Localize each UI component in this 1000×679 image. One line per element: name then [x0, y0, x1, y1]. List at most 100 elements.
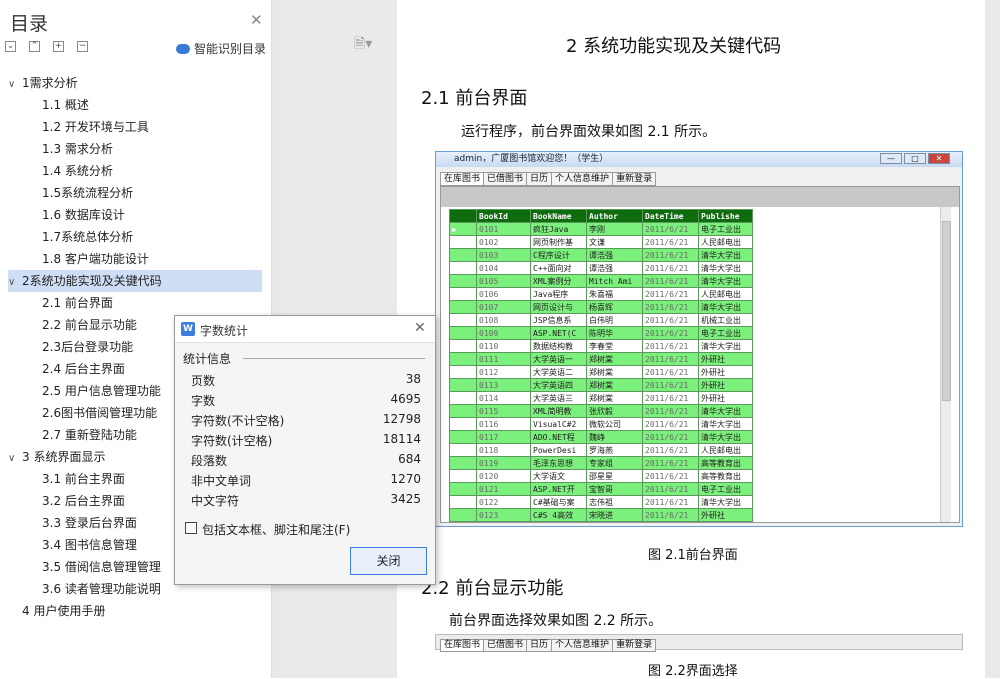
chevron-down-icon[interactable]: ∨ [8, 272, 22, 294]
table-cell: 外研社 [698, 352, 753, 366]
table-cell: 2011/6/21 [642, 300, 699, 314]
remove-icon[interactable]: − [77, 41, 88, 52]
table-cell: 0123 [476, 508, 531, 522]
toc-item[interactable]: 4 用户使用手册 [8, 600, 262, 622]
toc-item[interactable]: 2.4 后台主界面 [42, 358, 133, 380]
toc-item[interactable]: 1.4 系统分析 [42, 160, 121, 182]
grid-column-header: BookId [476, 209, 531, 223]
stat-row: 字数 4695 [191, 392, 421, 409]
collapse-all-icon[interactable]: ⌄ [5, 41, 16, 52]
table-row: 0123 C#S 4高效 宋晓进 2011/6/21 外研社 [449, 508, 753, 522]
table-cell: 魏峥 [586, 430, 643, 444]
toc-item[interactable]: 2.6图书借阅管理功能 [42, 402, 165, 424]
table-row: 0110 数据结构教 李春堂 2011/6/21 清华大学出 [449, 339, 753, 353]
toc-item[interactable]: 1.1 概述 [42, 94, 97, 116]
table-cell: 清华大学出 [698, 404, 753, 418]
table-cell: 2011/6/21 [642, 222, 699, 236]
chevron-down-icon[interactable]: ∨ [8, 74, 22, 96]
table-cell: 0105 [476, 274, 531, 288]
table-cell: Java程序 [530, 287, 587, 301]
toc-item[interactable]: 1.3 需求分析 [42, 138, 121, 160]
table-cell: 2011/6/21 [642, 352, 699, 366]
close-button[interactable]: 关闭 [350, 547, 427, 575]
toc-item[interactable]: 3.3 登录后台界面 [42, 512, 145, 534]
app-screenshot: admin，广厦图书馆欢迎您！（学生） — □ ✕ 在库图书 已借图书 日历 个人信息… [435, 151, 963, 527]
table-cell: 陈明华 [586, 326, 643, 340]
stat-value: 38 [405, 372, 421, 386]
toc-item[interactable]: 3.5 借阅信息管理管理 [42, 556, 169, 578]
paragraph-2: 前台界面选择效果如图 2.2 所示。 [449, 613, 663, 629]
row-header [449, 417, 477, 431]
app-tab: 在库图书 [440, 172, 485, 186]
close-icon[interactable]: ✕ [250, 11, 263, 29]
expand-up-icon[interactable]: ⌃ [29, 41, 40, 52]
table-row: 0119 毛泽东思想 专家组 2011/6/21 高等教育出 [449, 456, 753, 470]
include-textbox-checkbox[interactable] [185, 522, 197, 534]
table-cell: 专家组 [586, 456, 643, 470]
row-header [449, 469, 477, 483]
row-header [449, 274, 477, 288]
toc-item-label: 3.5 借阅信息管理管理 [42, 560, 161, 574]
add-icon[interactable]: + [53, 41, 64, 52]
document-icon[interactable]: 🗎▾ [354, 33, 372, 57]
table-cell: 外研社 [698, 391, 753, 405]
grid-scrollbar [940, 207, 951, 522]
app-tab: 已借图书 [483, 172, 528, 186]
toc-item[interactable]: 1.6 数据库设计 [42, 204, 133, 226]
stat-row: 非中文单词 1270 [191, 472, 421, 489]
table-cell: 朱喜福 [586, 287, 643, 301]
smart-toc-button[interactable]: 智能识别目录 [176, 40, 266, 57]
app-titlebar: admin，广厦图书馆欢迎您！（学生） — □ ✕ [436, 152, 962, 167]
table-cell: ASP.NET开 [530, 482, 587, 496]
table-cell: JSP信息系 [530, 313, 587, 327]
table-cell: 张欣毅 [586, 404, 643, 418]
checkbox-label: 包括文本框、脚注和尾注(F) [202, 523, 351, 537]
toc-item[interactable]: 1.7系统总体分析 [42, 226, 141, 248]
paragraph-1: 运行程序，前台界面效果如图 2.1 所示。 [461, 124, 717, 140]
maximize-icon: □ [904, 153, 926, 164]
app-tab: 个人信息维护 [551, 172, 614, 186]
toc-item-label: 2.1 前台界面 [42, 296, 113, 310]
stats-section-label: 统计信息 [183, 352, 232, 366]
stat-value: 1270 [390, 472, 421, 486]
toc-item[interactable]: 3.6 读者管理功能说明 [42, 578, 169, 600]
figure-caption-1: 图 2.1前台界面 [648, 548, 738, 563]
close-icon[interactable]: ✕ [414, 320, 426, 336]
toc-item[interactable]: 2.7 重新登陆功能 [42, 424, 145, 446]
table-cell: 谭浩强 [586, 261, 643, 275]
toc-item[interactable]: 2.5 用户信息管理功能 [42, 380, 169, 402]
chevron-down-icon[interactable]: ∨ [8, 448, 22, 470]
toc-item[interactable]: ∨ 1需求分析 [8, 72, 262, 94]
toc-item[interactable]: 3.1 前台主界面 [42, 468, 133, 490]
table-cell: 2011/6/21 [642, 495, 699, 509]
toc-item-label: 2.5 用户信息管理功能 [42, 384, 161, 398]
toc-item[interactable]: 1.5系统流程分析 [42, 182, 141, 204]
table-cell: 2011/6/21 [642, 482, 699, 496]
toc-item[interactable]: 3.2 后台主界面 [42, 490, 133, 512]
row-header: ▶ [449, 222, 477, 236]
table-cell: 文谦 [586, 235, 643, 249]
cloud-icon [176, 44, 190, 54]
toc-item[interactable]: 1.8 客户端功能设计 [42, 248, 157, 270]
table-cell: 0109 [476, 326, 531, 340]
stat-label: 字符数(计空格) [191, 434, 273, 448]
table-cell: 2011/6/21 [642, 287, 699, 301]
table-cell: 志伟祖 [586, 495, 643, 509]
toc-item-label: 1.5系统流程分析 [42, 186, 134, 200]
divider [243, 358, 425, 359]
toc-item[interactable]: 2.1 前台界面 [42, 292, 121, 314]
toc-item[interactable]: 2.3后台登录功能 [42, 336, 141, 358]
toc-item-label: 2.2 前台显示功能 [42, 318, 137, 332]
toc-item[interactable]: 3.4 图书信息管理 [42, 534, 145, 556]
toc-item[interactable]: 1.2 开发环境与工具 [42, 116, 157, 138]
toc-item[interactable]: 2.2 前台显示功能 [42, 314, 145, 336]
table-cell: 大学英语三 [530, 391, 587, 405]
table-row: 0104 C++面向对 谭浩强 2011/6/21 清华大学出 [449, 261, 753, 275]
table-cell: 0121 [476, 482, 531, 496]
toc-item[interactable]: ∨ 2系统功能实现及关键代码 [8, 270, 262, 292]
toc-item-label: 2.4 后台主界面 [42, 362, 125, 376]
table-cell: ASP.NET(C [530, 326, 587, 340]
stat-value: 3425 [390, 492, 421, 506]
table-cell: C++面向对 [530, 261, 587, 275]
stat-value: 18114 [382, 432, 421, 446]
